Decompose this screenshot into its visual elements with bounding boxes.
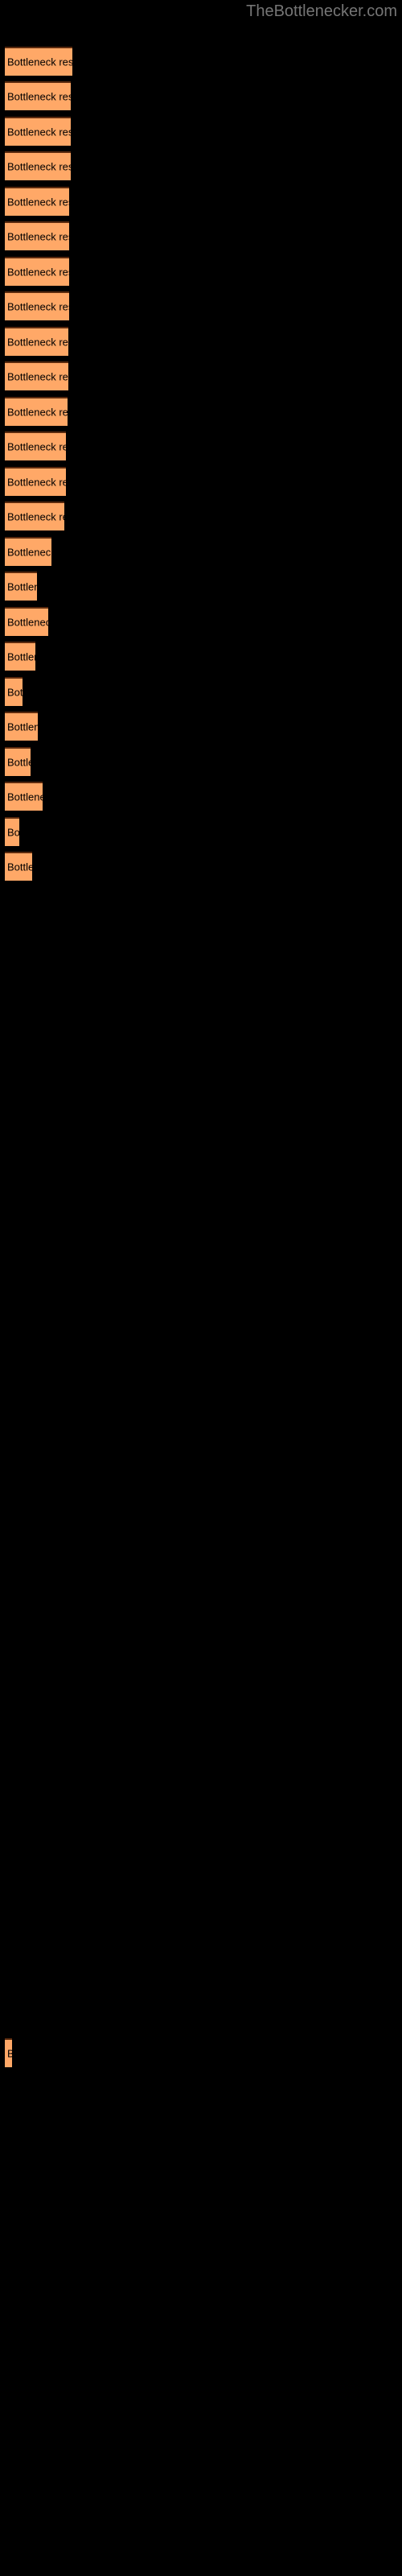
bar-chart-bar[interactable]: Bottleneck result: [5, 151, 71, 180]
bar-label: Bottleneck result: [7, 826, 19, 839]
bar-chart-bar[interactable]: Bottleneck result: [5, 712, 38, 741]
bar-label: Bottleneck result: [7, 266, 69, 279]
bottleneck-chart-page: TheBottlenecker.com Bottleneck result Bot…: [0, 0, 402, 2576]
bar-label: Bottleneck result: [7, 196, 69, 208]
bar-chart-bar[interactable]: Bottleneck result: [5, 852, 32, 881]
bar-chart-bar[interactable]: Bottleneck result: [5, 782, 43, 811]
bar-chart-bar[interactable]: Bottleneck result: [5, 187, 69, 216]
bar-label: Bottleneck result: [7, 440, 66, 453]
bar-label: Bottleneck result: [7, 650, 35, 663]
bar-label: Bottleneck result: [7, 861, 32, 873]
bar-chart-bar[interactable]: Bottleneck result: [5, 817, 19, 846]
bar-label: Bottleneck result: [7, 56, 72, 68]
bar-chart-bar[interactable]: Bottleneck result: [5, 642, 35, 671]
bar-chart-bar[interactable]: Bottleneck result: [5, 502, 64, 530]
bar-chart-bar[interactable]: Bottleneck result: [5, 47, 72, 76]
bar-chart-bar[interactable]: Bottleneck result: [5, 221, 69, 250]
bar-chart-bar[interactable]: Bottleneck result: [5, 327, 68, 356]
bar-chart-bar[interactable]: Bottleneck result: [5, 2038, 12, 2067]
bar-label: Bottleneck result: [7, 90, 71, 103]
bar-label: Bottleneck result: [7, 230, 69, 243]
bar-chart-bar[interactable]: Bottleneck result: [5, 572, 37, 601]
bar-label: Bottleneck result: [7, 300, 69, 313]
bar-label: Bottleneck result: [7, 336, 68, 349]
bar-label: Bottleneck result: [7, 580, 37, 593]
bar-label: Bottleneck result: [7, 2048, 12, 2060]
bar-chart-bar[interactable]: Bottleneck result: [5, 537, 51, 566]
site-title: TheBottlenecker.com: [246, 2, 397, 20]
bar-chart-bar[interactable]: Bottleneck result: [5, 677, 23, 706]
bar-label: Bottleneck result: [7, 616, 48, 629]
bar-label: Bottleneck result: [7, 756, 31, 769]
bar-chart-bar[interactable]: Bottleneck result: [5, 467, 66, 496]
bar-label: Bottleneck result: [7, 406, 68, 419]
bar-chart-bar[interactable]: Bottleneck result: [5, 397, 68, 426]
bar-chart-bar[interactable]: Bottleneck result: [5, 747, 31, 776]
bar-label: Bottleneck result: [7, 370, 68, 383]
bar-label: Bottleneck result: [7, 510, 64, 523]
bar-chart-bar[interactable]: Bottleneck result: [5, 257, 69, 286]
bar-label: Bottleneck result: [7, 126, 71, 138]
bar-chart-bar[interactable]: Bottleneck result: [5, 431, 66, 460]
bar-label: Bottleneck result: [7, 546, 51, 559]
bar-chart-bar[interactable]: Bottleneck result: [5, 607, 48, 636]
bar-chart-bar[interactable]: Bottleneck result: [5, 117, 71, 146]
bar-chart-bar[interactable]: Bottleneck result: [5, 361, 68, 390]
bar-chart-bar[interactable]: Bottleneck result: [5, 81, 71, 110]
bar-label: Bottleneck result: [7, 476, 66, 489]
bar-label: Bottleneck result: [7, 686, 23, 699]
bar-chart-bar[interactable]: Bottleneck result: [5, 291, 69, 320]
bar-label: Bottleneck result: [7, 791, 43, 803]
bar-label: Bottleneck result: [7, 720, 38, 733]
bar-label: Bottleneck result: [7, 160, 71, 173]
